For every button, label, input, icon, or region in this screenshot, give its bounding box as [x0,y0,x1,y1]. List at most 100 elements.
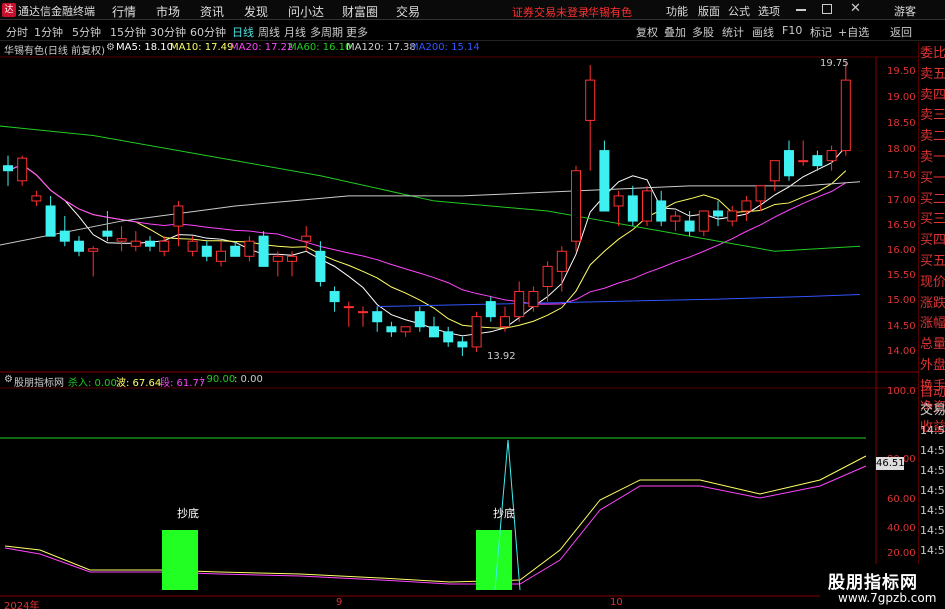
candle-body[interactable] [556,250,567,272]
indicator-name: 股朋指标网 [14,378,64,389]
ind-tick: 20.00 [887,548,916,559]
side-lower-label[interactable]: 自动 [920,384,945,402]
side-label[interactable]: 委比 [920,45,945,63]
candle-body[interactable] [358,311,368,314]
side-label[interactable]: 外盘 [920,357,945,375]
candle-body[interactable] [216,250,226,262]
price-tick: 16.50 [887,220,916,231]
side-label[interactable]: 买三 [920,211,945,229]
candle-body[interactable] [315,250,326,282]
candle-body[interactable] [343,306,354,309]
candle-body[interactable] [698,210,709,232]
side-label[interactable]: 买五 [920,253,945,271]
candle-body[interactable] [571,170,581,242]
candle-body[interactable] [400,326,411,333]
side-label[interactable]: 总量 [920,336,945,354]
candle-body[interactable] [741,200,752,212]
price-tick: 19.50 [887,66,916,77]
candle-body[interactable] [727,210,738,222]
candle-body[interactable] [45,205,56,237]
price-tick: 19.00 [887,92,916,103]
indicator-value-e: : 0.00 [234,374,263,385]
candle-body[interactable] [585,79,596,121]
candle-body[interactable] [102,230,113,237]
side-label[interactable]: 现价 [920,274,945,292]
candle-body[interactable] [457,341,468,348]
candle-body[interactable] [840,79,851,152]
candle-body[interactable] [443,331,454,343]
candle-body[interactable] [244,240,255,257]
side-label[interactable]: 买一 [920,170,945,188]
candle-body[interactable] [201,245,212,257]
candle-body[interactable] [826,150,837,162]
candle-body[interactable] [258,235,269,267]
candle-body[interactable] [3,165,13,172]
side-label[interactable]: 涨幅 [920,315,945,333]
buy-signal-bar[interactable] [162,530,198,590]
indicator-settings-icon[interactable]: ⚙ [4,374,13,385]
candle-body[interactable] [613,195,624,207]
candle-body[interactable] [542,265,553,288]
side-time: 14:56 [920,544,945,557]
side-lower-label[interactable]: 交易 [920,402,945,420]
indicator-value-a: 杀入: 0.00 [68,378,117,389]
ma60-line [0,125,861,252]
candle-body[interactable] [173,205,184,227]
high-price-label: 19.75 [820,58,849,69]
candle-body[interactable] [485,301,496,318]
candle-body[interactable] [386,326,397,333]
candle-body[interactable] [59,230,70,242]
candle-body[interactable] [429,326,439,338]
candle-body[interactable] [74,240,84,252]
candle-body[interactable] [130,240,141,247]
candle-body[interactable] [116,238,127,242]
side-label[interactable]: 卖四 [920,87,945,105]
candle-body[interactable] [187,240,198,252]
candle-body[interactable] [88,248,99,252]
candle-body[interactable] [17,157,28,182]
side-label[interactable]: 卖二 [920,128,945,146]
side-time: 14:56 [920,524,945,537]
candle-body[interactable] [684,220,695,232]
side-label[interactable]: 涨跌 [920,295,945,313]
candle-body[interactable] [784,150,794,177]
candle-body[interactable] [31,195,42,202]
candle-body[interactable] [798,160,809,163]
candle-body[interactable] [230,245,241,257]
ind-tick: 60.00 [887,494,916,505]
price-tick: 18.00 [887,144,916,155]
candle-body[interactable] [670,215,681,222]
side-label[interactable]: 卖三 [920,107,945,125]
candle-body[interactable] [159,240,170,252]
candle-body[interactable] [713,210,723,217]
price-tick: 17.50 [887,170,916,181]
side-label[interactable]: 卖五 [920,66,945,84]
candle-body[interactable] [471,316,482,348]
candle-body[interactable] [642,190,652,222]
candle-body[interactable] [500,316,510,328]
candle-body[interactable] [656,200,667,222]
candle-body[interactable] [414,311,425,328]
candle-body[interactable] [272,255,283,262]
candle-body[interactable] [769,160,780,182]
indicator-line-b [4,455,867,583]
date-tick: 9 [336,597,343,608]
price-tick: 15.50 [887,270,916,281]
candle-body[interactable] [514,291,525,318]
buy-signal-bar[interactable] [476,530,512,590]
candle-body[interactable] [329,291,340,303]
side-label[interactable]: 买四 [920,232,945,250]
candle-body[interactable] [145,240,155,247]
indicator-current-chip: 46.51 [876,457,905,470]
candle-body[interactable] [627,195,638,222]
candle-body[interactable] [528,291,539,308]
candle-body[interactable] [287,255,297,262]
candle-body[interactable] [755,185,766,202]
candlestick-chart[interactable] [0,0,918,609]
side-label[interactable]: 买二 [920,191,945,209]
side-label[interactable]: 卖一 [920,149,945,167]
candle-body[interactable] [599,150,610,212]
candle-body[interactable] [812,155,823,167]
candle-body[interactable] [372,311,383,323]
candle-body[interactable] [301,235,312,242]
